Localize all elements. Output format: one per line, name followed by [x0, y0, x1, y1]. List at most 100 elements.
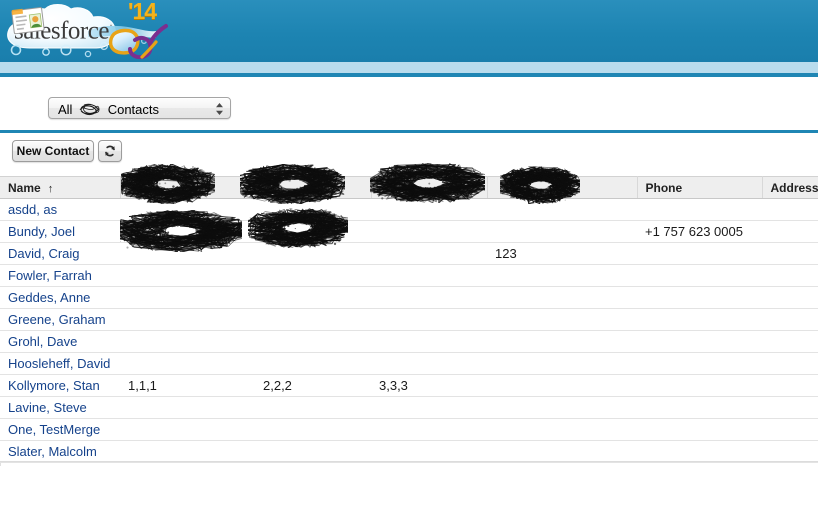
app-banner: salesforce· '14	[0, 0, 818, 62]
cell-c1	[120, 220, 255, 243]
snorkel-mask-icon	[108, 22, 188, 62]
refresh-button[interactable]	[98, 140, 122, 162]
list-view-prefix: All	[58, 102, 73, 117]
cell-c3	[371, 264, 487, 287]
table-row[interactable]: Geddes, Anne	[0, 286, 818, 309]
cell-c4	[487, 308, 637, 331]
redacted-text-icon	[78, 102, 102, 116]
cell-phone: +1 757 623 0005	[637, 220, 762, 243]
cell-c4	[487, 286, 637, 309]
cell-name[interactable]: Slater, Malcolm	[0, 440, 120, 463]
cell-c1	[120, 330, 255, 353]
contacts-table: Name ↑ Phone Address asdd, as Bundy, Joel +…	[0, 176, 818, 463]
cell-name[interactable]: Grohl, Dave	[0, 330, 120, 353]
cell-name[interactable]: Geddes, Anne	[0, 286, 120, 309]
cell-name[interactable]: asdd, as	[0, 198, 120, 221]
cell-name[interactable]: Lavine, Steve	[0, 396, 120, 419]
cell-name[interactable]: Fowler, Farrah	[0, 264, 120, 287]
cell-name[interactable]: Kollymore, Stan	[0, 374, 120, 397]
cell-name[interactable]: Hoosleheff, David	[0, 352, 120, 375]
cell-c2: 2,2,2	[255, 374, 371, 397]
cell-addr	[762, 198, 818, 221]
column-header-address[interactable]: Address	[762, 176, 818, 199]
table-row[interactable]: Fowler, Farrah	[0, 264, 818, 287]
cell-c2	[255, 396, 371, 419]
column-header-phone-label: Phone	[645, 180, 683, 195]
cell-phone	[637, 308, 762, 331]
cell-c1	[120, 198, 255, 221]
column-header-redacted-3[interactable]	[371, 176, 488, 199]
banner-bottom-rule	[0, 73, 818, 77]
cell-phone	[637, 352, 762, 375]
cell-c4: 123	[487, 242, 637, 265]
cell-name[interactable]: One, TestMerge	[0, 418, 120, 441]
cell-c4	[487, 418, 637, 441]
cell-c1	[120, 352, 255, 375]
table-row[interactable]: Hoosleheff, David	[0, 352, 818, 375]
cell-c4	[487, 198, 637, 221]
cell-phone	[637, 286, 762, 309]
cell-c2	[255, 352, 371, 375]
cell-c1	[120, 286, 255, 309]
cell-name[interactable]: David, Craig	[0, 242, 120, 265]
cell-c3	[371, 220, 487, 243]
cell-phone	[637, 418, 762, 441]
cell-c3	[371, 308, 487, 331]
cell-addr	[762, 308, 818, 331]
cell-addr	[762, 352, 818, 375]
column-header-redacted-2[interactable]	[255, 176, 372, 199]
cell-c2	[255, 418, 371, 441]
cell-c4	[487, 264, 637, 287]
cell-addr	[762, 418, 818, 441]
cell-c4	[487, 396, 637, 419]
list-view-suffix: Contacts	[107, 102, 160, 117]
new-contact-button[interactable]: New Contact	[12, 140, 94, 162]
cell-c2	[255, 330, 371, 353]
column-header-name[interactable]: Name ↑	[0, 176, 121, 199]
year-badge: '14	[128, 0, 157, 24]
cell-c3	[371, 352, 487, 375]
cell-addr	[762, 330, 818, 353]
column-header-address-label: Address	[770, 180, 818, 195]
column-header-redacted-4[interactable]	[487, 176, 638, 199]
cell-c2	[255, 286, 371, 309]
cell-c2	[255, 440, 371, 463]
cell-c3	[371, 330, 487, 353]
cell-c4	[487, 220, 637, 243]
table-row[interactable]: Lavine, Steve	[0, 396, 818, 419]
cell-addr	[762, 374, 818, 397]
table-row[interactable]: Bundy, Joel +1 757 623 0005	[0, 220, 818, 243]
cell-c2	[255, 308, 371, 331]
cell-c3	[371, 396, 487, 419]
table-row[interactable]: One, TestMerge	[0, 418, 818, 441]
cell-c3	[371, 198, 487, 221]
cell-c2	[255, 264, 371, 287]
cell-name[interactable]: Greene, Graham	[0, 308, 120, 331]
list-view-select[interactable]: All Contacts	[48, 97, 231, 119]
table-row[interactable]: Grohl, Dave	[0, 330, 818, 353]
column-header-redacted-1[interactable]	[120, 176, 256, 199]
cell-c3	[371, 418, 487, 441]
table-bottom-border	[0, 461, 818, 462]
cell-phone	[637, 330, 762, 353]
chevron-updown-icon	[215, 102, 224, 116]
table-row[interactable]: David, Craig 123	[0, 242, 818, 265]
column-header-phone[interactable]: Phone	[637, 176, 763, 199]
table-row[interactable]: Kollymore, Stan 1,1,1 2,2,2 3,3,3	[0, 374, 818, 397]
table-header-row: Name ↑ Phone Address	[0, 176, 818, 199]
cell-addr	[762, 242, 818, 265]
cell-name[interactable]: Bundy, Joel	[0, 220, 120, 243]
table-row[interactable]: asdd, as	[0, 198, 818, 221]
cell-addr	[762, 286, 818, 309]
sort-asc-icon: ↑	[47, 182, 54, 195]
banner-sub-band	[0, 62, 818, 73]
cell-addr	[762, 264, 818, 287]
section-divider	[0, 130, 818, 133]
table-row[interactable]: Slater, Malcolm	[0, 440, 818, 463]
cell-c2	[255, 242, 371, 265]
cell-c1	[120, 242, 255, 265]
table-row[interactable]: Greene, Graham	[0, 308, 818, 331]
cell-c4	[487, 440, 637, 463]
contacts-table-body: asdd, as Bundy, Joel +1 757 623 0005 David,…	[0, 198, 818, 463]
cell-addr	[762, 440, 818, 463]
